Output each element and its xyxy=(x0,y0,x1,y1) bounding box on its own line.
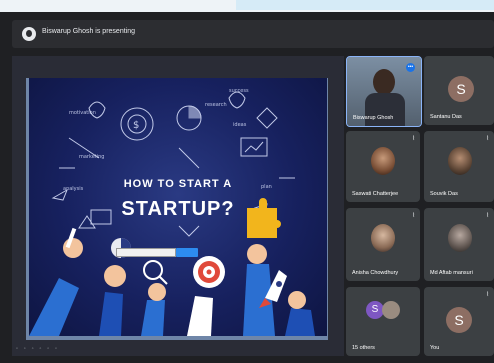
hand-left-sleeve xyxy=(29,278,79,336)
avatar xyxy=(382,301,400,319)
participant-tile[interactable]: ⌇ Saswati Chatterjee xyxy=(346,131,420,202)
participant-tile-self[interactable]: ⌇ S You xyxy=(424,287,494,356)
more-options-icon[interactable]: ••• xyxy=(406,63,415,72)
speaker-body xyxy=(365,93,405,126)
avatar xyxy=(371,147,395,175)
presentation-slide: $ motivation marketing research success … xyxy=(29,78,327,336)
slide-title-line1: HOW TO START A xyxy=(123,178,233,190)
participant-tile[interactable]: ⌇ Souvik Das xyxy=(424,131,494,202)
presenting-label: Biswarup Ghosh is presenting xyxy=(42,28,135,35)
mic-muted-icon: ⌇ xyxy=(486,292,489,298)
browser-top-strip xyxy=(0,0,494,12)
slide-title-line2: STARTUP? xyxy=(121,198,235,220)
svg-text:ideas: ideas xyxy=(233,122,247,128)
svg-text:success: success xyxy=(229,88,249,94)
participant-name: You xyxy=(430,345,440,351)
browser-banner xyxy=(236,0,494,10)
avatar: S xyxy=(446,307,472,333)
participant-tile[interactable]: ••• Biswarup Ghosh xyxy=(346,56,422,127)
participant-name: Biswarup Ghosh xyxy=(353,115,394,121)
participant-name: Md Aftab mansuri xyxy=(430,270,473,276)
mic-muted-icon: ⌇ xyxy=(412,213,415,219)
avatar: S xyxy=(448,76,474,102)
participant-tile[interactable]: ⌇ Md Aftab mansuri xyxy=(424,208,494,281)
avatar xyxy=(448,224,472,252)
participant-name: Santanu Das xyxy=(430,114,462,120)
svg-text:$: $ xyxy=(133,120,139,131)
svg-text:motivation: motivation xyxy=(69,110,96,116)
slide-caption-input xyxy=(116,248,176,257)
svg-text:research: research xyxy=(205,102,227,108)
mic-muted-icon: ⌇ xyxy=(412,136,415,142)
participant-tile-others[interactable]: S 15 others xyxy=(346,287,420,356)
participant-name: Souvik Das xyxy=(430,191,458,197)
slide-controls[interactable]: ◦ ◦ ◦ ◦ ◦ ◦ xyxy=(16,346,59,352)
participant-name: 15 others xyxy=(352,345,375,351)
mic-muted-icon: ⌇ xyxy=(486,213,489,219)
participant-name: Anisha Chowdhury xyxy=(352,270,399,276)
presenting-bar: Biswarup Ghosh is presenting xyxy=(12,20,494,48)
mic-muted-icon: ⌇ xyxy=(486,136,489,142)
svg-text:marketing: marketing xyxy=(79,154,104,160)
slide-caption-button xyxy=(176,248,198,257)
presenting-icon xyxy=(22,27,36,41)
participant-tile[interactable]: S Santanu Das xyxy=(424,56,494,125)
participant-name: Saswati Chatterjee xyxy=(352,191,399,197)
speaker-face xyxy=(373,69,395,95)
avatar xyxy=(448,147,472,175)
avatar xyxy=(371,224,395,252)
participant-tile[interactable]: ⌇ Anisha Chowdhury xyxy=(346,208,420,281)
